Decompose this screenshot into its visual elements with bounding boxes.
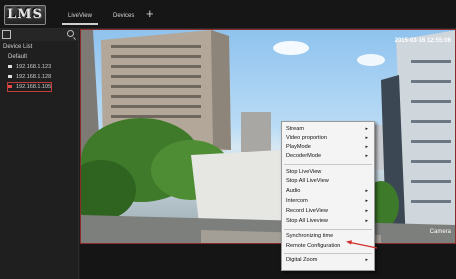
menu-item-stop-liveview[interactable]: Stop LiveView [286, 168, 370, 177]
submenu-arrow-icon: ▸ [365, 126, 368, 132]
tree-group-default[interactable]: Default [8, 54, 27, 60]
menu-item-stream[interactable]: Stream ▸ [286, 125, 370, 134]
menu-item-record-liveview[interactable]: Record LiveView ▸ [286, 207, 370, 216]
menu-item-stop-all-liveview[interactable]: Stop All LiveView [286, 177, 370, 186]
add-tab-button[interactable]: + [146, 6, 154, 21]
submenu-arrow-icon: ▸ [365, 135, 368, 141]
device-ip: 192.168.1.105 [16, 84, 52, 90]
submenu-arrow-icon: ▸ [365, 218, 368, 224]
top-bar: LMS LiveView Devices + [0, 0, 456, 29]
device-sidebar: Device List Default 192.168.1.123 192.16… [0, 29, 79, 279]
video-timestamp: 2015-03-16 12:55:06 [394, 38, 451, 44]
submenu-arrow-icon: ▸ [365, 198, 368, 204]
menu-separator [284, 253, 372, 254]
submenu-arrow-icon: ▸ [365, 153, 368, 159]
submenu-arrow-icon: ▸ [365, 257, 368, 263]
video-bottom-area [80, 244, 456, 279]
sidebar-toolbar [0, 29, 78, 41]
app-logo: LMS [4, 5, 46, 25]
menu-item-stop-all-record[interactable]: Stop All Liveview ▸ [286, 217, 370, 226]
video-frame-image [81, 30, 455, 243]
submenu-arrow-icon: ▸ [365, 188, 368, 194]
menu-item-decodermode[interactable]: DecoderMode ▸ [286, 152, 370, 161]
submenu-arrow-icon: ▸ [365, 144, 368, 150]
device-list-title: Device List [3, 44, 33, 50]
device-item[interactable]: 192.168.1.128 [8, 73, 51, 81]
camera-icon [8, 75, 12, 79]
device-item-selected[interactable]: 192.168.1.105 [6, 82, 53, 92]
submenu-arrow-icon: ▸ [365, 208, 368, 214]
tab-liveview[interactable]: LiveView [62, 9, 98, 25]
camera-name-overlay: Camera [429, 229, 451, 235]
annotation-arrow-icon [346, 240, 378, 249]
device-item[interactable]: 192.168.1.123 [8, 63, 51, 71]
menu-item-audio[interactable]: Audio ▸ [286, 187, 370, 196]
search-icon[interactable] [67, 30, 74, 37]
device-ip: 192.168.1.128 [16, 74, 52, 80]
camera-icon [8, 85, 12, 89]
menu-item-playmode[interactable]: PlayMode ▸ [286, 143, 370, 152]
menu-item-video-proportion[interactable]: Video proportion ▸ [286, 134, 370, 143]
device-ip: 192.168.1.123 [16, 64, 52, 70]
menu-item-intercom[interactable]: Intercom ▸ [286, 197, 370, 206]
list-view-icon[interactable] [2, 30, 11, 39]
menu-separator [284, 164, 372, 165]
menu-item-digital-zoom[interactable]: Digital Zoom ▸ [286, 256, 370, 265]
tab-devices[interactable]: Devices [107, 9, 140, 23]
menu-separator [284, 229, 372, 230]
live-video-pane[interactable]: 2015-03-16 12:55:06 Camera [80, 29, 456, 244]
camera-icon [8, 65, 12, 69]
